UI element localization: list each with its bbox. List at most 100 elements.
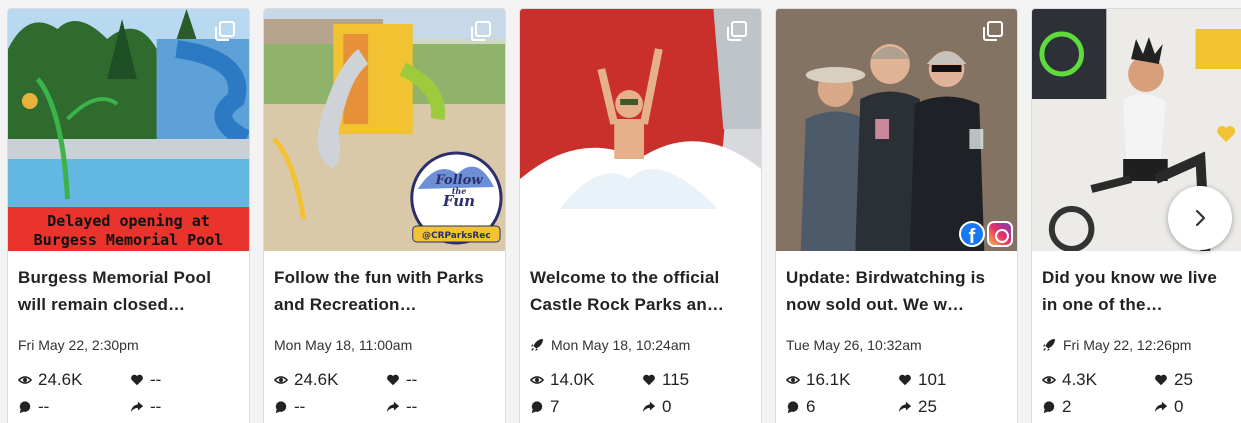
likes-count: 101 bbox=[918, 370, 947, 389]
comment-icon bbox=[275, 401, 287, 414]
likes-count: -- bbox=[150, 370, 162, 389]
comments-stat: 6 bbox=[786, 397, 898, 417]
post-thumbnail[interactable]: Delayed opening at Burgess Memorial Pool bbox=[8, 9, 249, 251]
post-stats: 24.6K -- -- -- bbox=[18, 370, 239, 417]
comments-count: -- bbox=[294, 397, 306, 416]
post-title[interactable]: Burgess Memorial Pool will remain closed… bbox=[18, 264, 239, 320]
shares-count: 0 bbox=[1174, 397, 1184, 416]
comment-icon bbox=[531, 401, 543, 414]
views-count: 4.3K bbox=[1062, 370, 1097, 389]
platform-badges: f bbox=[959, 221, 1013, 248]
likes-count: 115 bbox=[662, 370, 690, 389]
views-stat: 24.6K bbox=[274, 370, 386, 390]
comments-count: 2 bbox=[1062, 397, 1072, 416]
follow-the-fun-logo-text: Follow the Fun bbox=[429, 174, 489, 210]
date-text: Mon May 18, 11:00am bbox=[274, 337, 413, 353]
eye-icon bbox=[18, 376, 32, 384]
eye-icon bbox=[274, 376, 288, 384]
eye-icon bbox=[1042, 376, 1056, 384]
views-stat: 16.1K bbox=[786, 370, 898, 390]
waterslide-photo bbox=[520, 9, 761, 251]
eye-icon bbox=[786, 376, 800, 384]
shares-stat: -- bbox=[386, 397, 495, 417]
heart-icon bbox=[387, 374, 399, 386]
post-title[interactable]: Update: Birdwatching is now sold out. We… bbox=[786, 264, 1007, 320]
post-title[interactable]: Follow the fun with Parks and Recreation… bbox=[274, 264, 495, 320]
svg-text:@CRParksRec: @CRParksRec bbox=[422, 231, 490, 241]
share-arrow-icon bbox=[130, 401, 144, 413]
comment-icon bbox=[19, 401, 31, 414]
instagram-icon bbox=[987, 221, 1013, 247]
likes-stat: 25 bbox=[1154, 370, 1235, 390]
likes-stat: -- bbox=[130, 370, 239, 390]
post-date: Fri May 22, 12:26pm bbox=[1042, 336, 1235, 354]
views-stat: 4.3K bbox=[1042, 370, 1154, 390]
comments-count: 6 bbox=[806, 397, 816, 416]
post-title[interactable]: Welcome to the official Castle Rock Park… bbox=[530, 264, 751, 320]
rocket-icon bbox=[530, 338, 544, 352]
rocket-icon bbox=[1042, 338, 1056, 352]
chevron-right-icon bbox=[1195, 209, 1206, 227]
date-text: Fri May 22, 2:30pm bbox=[18, 337, 139, 353]
views-stat: 14.0K bbox=[530, 370, 642, 390]
heart-icon bbox=[131, 374, 143, 386]
comments-count: 7 bbox=[550, 397, 560, 416]
post-stats: 14.0K 115 7 0 bbox=[530, 370, 751, 417]
post-stats: 4.3K 25 2 0 bbox=[1042, 370, 1235, 417]
logo-word: Fun bbox=[442, 192, 476, 210]
facebook-icon: f bbox=[959, 221, 985, 248]
post-card[interactable]: Welcome to the official Castle Rock Park… bbox=[519, 8, 762, 423]
comment-icon bbox=[787, 401, 799, 414]
likes-count: -- bbox=[406, 370, 418, 389]
likes-stat: 101 bbox=[898, 370, 1007, 390]
image-caption: Delayed opening at Burgess Memorial Pool bbox=[16, 212, 241, 250]
shares-stat: 0 bbox=[642, 397, 751, 417]
comments-count: -- bbox=[38, 397, 50, 416]
post-thumbnail[interactable]: f bbox=[776, 9, 1017, 251]
caption-line: Burgess Memorial Pool bbox=[33, 231, 224, 249]
playground-photo: @CRParksRec bbox=[264, 9, 505, 251]
multiple-images-icon bbox=[215, 21, 235, 41]
comments-stat: 7 bbox=[530, 397, 642, 417]
comment-icon bbox=[1043, 401, 1055, 414]
carousel-next-button[interactable] bbox=[1168, 186, 1232, 250]
post-date: Tue May 26, 10:32am bbox=[786, 336, 1007, 354]
views-count: 16.1K bbox=[806, 370, 851, 389]
post-thumbnail[interactable]: @CRParksRec Follow the Fun bbox=[264, 9, 505, 251]
heart-icon bbox=[643, 374, 655, 386]
post-card[interactable]: @CRParksRec Follow the Fun Follow the fu… bbox=[263, 8, 506, 423]
shares-count: -- bbox=[406, 397, 418, 416]
heart-icon bbox=[1155, 374, 1167, 386]
likes-count: 25 bbox=[1174, 370, 1193, 389]
post-card[interactable]: Delayed opening at Burgess Memorial Pool… bbox=[7, 8, 250, 423]
eye-icon bbox=[530, 376, 544, 384]
post-date: Mon May 18, 11:00am bbox=[274, 336, 495, 354]
shares-stat: -- bbox=[130, 397, 239, 417]
post-date: Mon May 18, 10:24am bbox=[530, 336, 751, 354]
share-arrow-icon bbox=[386, 401, 400, 413]
group-photo bbox=[776, 9, 1017, 251]
shares-count: 0 bbox=[662, 397, 672, 416]
shares-count: -- bbox=[150, 397, 162, 416]
date-text: Mon May 18, 10:24am bbox=[551, 337, 691, 353]
post-thumbnail[interactable] bbox=[520, 9, 761, 251]
shares-stat: 25 bbox=[898, 397, 1007, 417]
share-arrow-icon bbox=[898, 401, 912, 413]
post-card[interactable]: f Update: Birdwatching is now sold out. … bbox=[775, 8, 1018, 423]
likes-stat: -- bbox=[386, 370, 495, 390]
views-count: 24.6K bbox=[294, 370, 339, 389]
multiple-images-icon bbox=[471, 21, 491, 41]
post-stats: 16.1K 101 6 25 bbox=[786, 370, 1007, 417]
share-arrow-icon bbox=[642, 401, 656, 413]
multiple-images-icon bbox=[983, 21, 1003, 41]
likes-stat: 115 bbox=[642, 370, 751, 390]
post-stats: 24.6K -- -- -- bbox=[274, 370, 495, 417]
comments-stat: -- bbox=[274, 397, 386, 417]
caption-line: Delayed opening at bbox=[47, 212, 210, 230]
views-stat: 24.6K bbox=[18, 370, 130, 390]
views-count: 14.0K bbox=[550, 370, 595, 389]
share-arrow-icon bbox=[1154, 401, 1168, 413]
shares-stat: 0 bbox=[1154, 397, 1235, 417]
multiple-images-icon bbox=[727, 21, 747, 41]
post-title[interactable]: Did you know we live in one of the healt… bbox=[1042, 264, 1235, 320]
